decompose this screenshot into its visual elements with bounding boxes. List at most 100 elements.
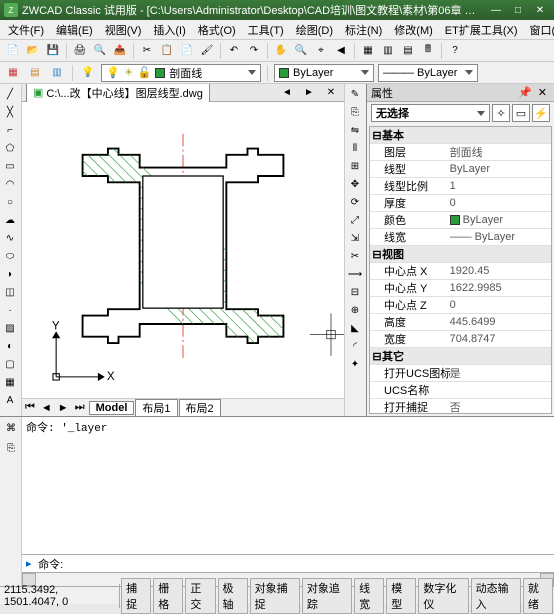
save-icon[interactable]: 💾: [44, 42, 62, 60]
layout-first-icon[interactable]: ⏮: [22, 401, 38, 414]
select-obj-icon[interactable]: ▭: [512, 104, 530, 122]
prop-value[interactable]: 1: [450, 180, 551, 192]
dc-icon[interactable]: ▥: [379, 42, 397, 60]
help-icon[interactable]: ?: [446, 42, 464, 60]
ortho-toggle[interactable]: 正交: [185, 578, 215, 614]
circle-icon[interactable]: ○: [2, 194, 18, 210]
digitizer-toggle[interactable]: 数字化仪: [418, 578, 468, 614]
prop-row[interactable]: 图层剖面线: [370, 144, 551, 161]
collapse-icon[interactable]: ⊟: [372, 350, 382, 363]
move-icon[interactable]: ✥: [347, 176, 363, 192]
fillet-icon[interactable]: ◜: [347, 338, 363, 354]
pan-icon[interactable]: ✋: [272, 42, 290, 60]
prop-value[interactable]: 0: [450, 299, 551, 311]
prop-value[interactable]: ByLayer: [450, 214, 551, 226]
osnap-toggle[interactable]: 对象捕捉: [250, 578, 300, 614]
trim-icon[interactable]: ✂: [347, 248, 363, 264]
chamfer-icon[interactable]: ◣: [347, 320, 363, 336]
zoom-win-icon[interactable]: ⌖: [312, 42, 330, 60]
publish-icon[interactable]: 📤: [111, 42, 129, 60]
hatch-icon[interactable]: ▨: [2, 320, 18, 336]
table-icon[interactable]: ▦: [2, 374, 18, 390]
bulb-icon[interactable]: 💡: [79, 64, 97, 82]
extend-icon[interactable]: ⟶: [347, 266, 363, 282]
prop-row[interactable]: 中心点 Y1622.9985: [370, 280, 551, 297]
spline-icon[interactable]: ∿: [2, 230, 18, 246]
menu-edit[interactable]: 编辑(E): [50, 20, 99, 40]
erase-icon[interactable]: ✎: [347, 86, 363, 102]
paste-icon[interactable]: 📄: [178, 42, 196, 60]
region-icon[interactable]: ▢: [2, 356, 18, 372]
cmd-tool1-icon[interactable]: ⌘: [2, 419, 20, 437]
mirror-icon[interactable]: ⇋: [347, 122, 363, 138]
pick-add-icon[interactable]: ✧: [492, 104, 510, 122]
menu-draw[interactable]: 绘图(D): [290, 20, 339, 40]
layer-dropdown[interactable]: 💡☀🔓 剖面线: [101, 64, 261, 82]
lweight-toggle[interactable]: 线宽: [354, 578, 384, 614]
minimize-button[interactable]: —: [486, 3, 506, 17]
layout-prev-icon[interactable]: ◄: [38, 402, 55, 414]
menu-dim[interactable]: 标注(N): [339, 20, 388, 40]
layout-last-icon[interactable]: ⏭: [72, 401, 88, 414]
plot-preview-icon[interactable]: 🔍: [91, 42, 109, 60]
prop-group[interactable]: ⊟基本: [370, 127, 551, 144]
props-icon[interactable]: ▦: [359, 42, 377, 60]
layout-tab-2[interactable]: 布局2: [179, 399, 221, 417]
color-dropdown[interactable]: ByLayer: [274, 64, 374, 82]
prop-value[interactable]: —— ByLayer: [450, 231, 551, 243]
copy-icon[interactable]: 📋: [158, 42, 176, 60]
command-line[interactable]: ▸ 命令:: [22, 554, 554, 572]
stretch-icon[interactable]: ⇲: [347, 230, 363, 246]
open-icon[interactable]: 📂: [24, 42, 42, 60]
command-history[interactable]: 命令: '_layer: [22, 417, 554, 554]
collapse-icon[interactable]: ⊟: [372, 129, 382, 142]
zoom-prev-icon[interactable]: ◀: [332, 42, 350, 60]
offset-icon[interactable]: ⫴: [347, 140, 363, 156]
qselect-icon[interactable]: ⚡: [532, 104, 550, 122]
cut-icon[interactable]: ✂: [138, 42, 156, 60]
zoom-rt-icon[interactable]: 🔍: [292, 42, 310, 60]
polar-toggle[interactable]: 极轴: [218, 578, 248, 614]
tool-palette-icon[interactable]: ▤: [399, 42, 417, 60]
prop-row[interactable]: 颜色 ByLayer: [370, 212, 551, 229]
layer-states-icon[interactable]: ▤: [26, 64, 44, 82]
cmd-tool2-icon[interactable]: ⎘: [2, 439, 20, 457]
prop-value[interactable]: ByLayer: [450, 163, 551, 175]
array-icon[interactable]: ⊞: [347, 158, 363, 174]
break-icon[interactable]: ⊟: [347, 284, 363, 300]
tab-nav-right-icon[interactable]: ►: [300, 84, 318, 102]
prop-value[interactable]: 是: [450, 365, 551, 381]
prop-value[interactable]: 剖面线: [450, 144, 551, 160]
match-icon[interactable]: 🖌: [198, 42, 216, 60]
document-tab[interactable]: ▣ C:\...改【中心线】图层线型.dwg: [26, 84, 210, 103]
print-icon[interactable]: 🖨: [71, 42, 89, 60]
undo-icon[interactable]: ↶: [225, 42, 243, 60]
prop-row[interactable]: 打开UCS图标是: [370, 365, 551, 382]
prop-value[interactable]: 704.8747: [450, 333, 551, 345]
menu-et[interactable]: ET扩展工具(X): [439, 20, 524, 40]
model-toggle[interactable]: 模型: [386, 578, 416, 614]
arc-icon[interactable]: ◠: [2, 176, 18, 192]
menu-file[interactable]: 文件(F): [2, 20, 50, 40]
menu-modify[interactable]: 修改(M): [388, 20, 439, 40]
otrack-toggle[interactable]: 对象追踪: [302, 578, 352, 614]
maximize-button[interactable]: □: [508, 3, 528, 17]
prop-value[interactable]: 445.6499: [450, 316, 551, 328]
xline-icon[interactable]: ╳: [2, 104, 18, 120]
prop-row[interactable]: UCS名称: [370, 382, 551, 399]
prop-row[interactable]: 线型ByLayer: [370, 161, 551, 178]
new-icon[interactable]: 📄: [4, 42, 22, 60]
tab-nav-left-icon[interactable]: ◄: [278, 84, 296, 102]
redo-icon[interactable]: ↷: [245, 42, 263, 60]
layout-next-icon[interactable]: ►: [55, 402, 72, 414]
copy-obj-icon[interactable]: ⎘: [347, 104, 363, 120]
gradient-icon[interactable]: ◐: [2, 338, 18, 354]
menu-format[interactable]: 格式(O): [192, 20, 242, 40]
pline-icon[interactable]: ⌐: [2, 122, 18, 138]
prop-row[interactable]: 厚度0: [370, 195, 551, 212]
polygon-icon[interactable]: ⬠: [2, 140, 18, 156]
prop-row[interactable]: 宽度704.8747: [370, 331, 551, 348]
join-icon[interactable]: ⊕: [347, 302, 363, 318]
menu-tools[interactable]: 工具(T): [242, 20, 290, 40]
rect-icon[interactable]: ▭: [2, 158, 18, 174]
